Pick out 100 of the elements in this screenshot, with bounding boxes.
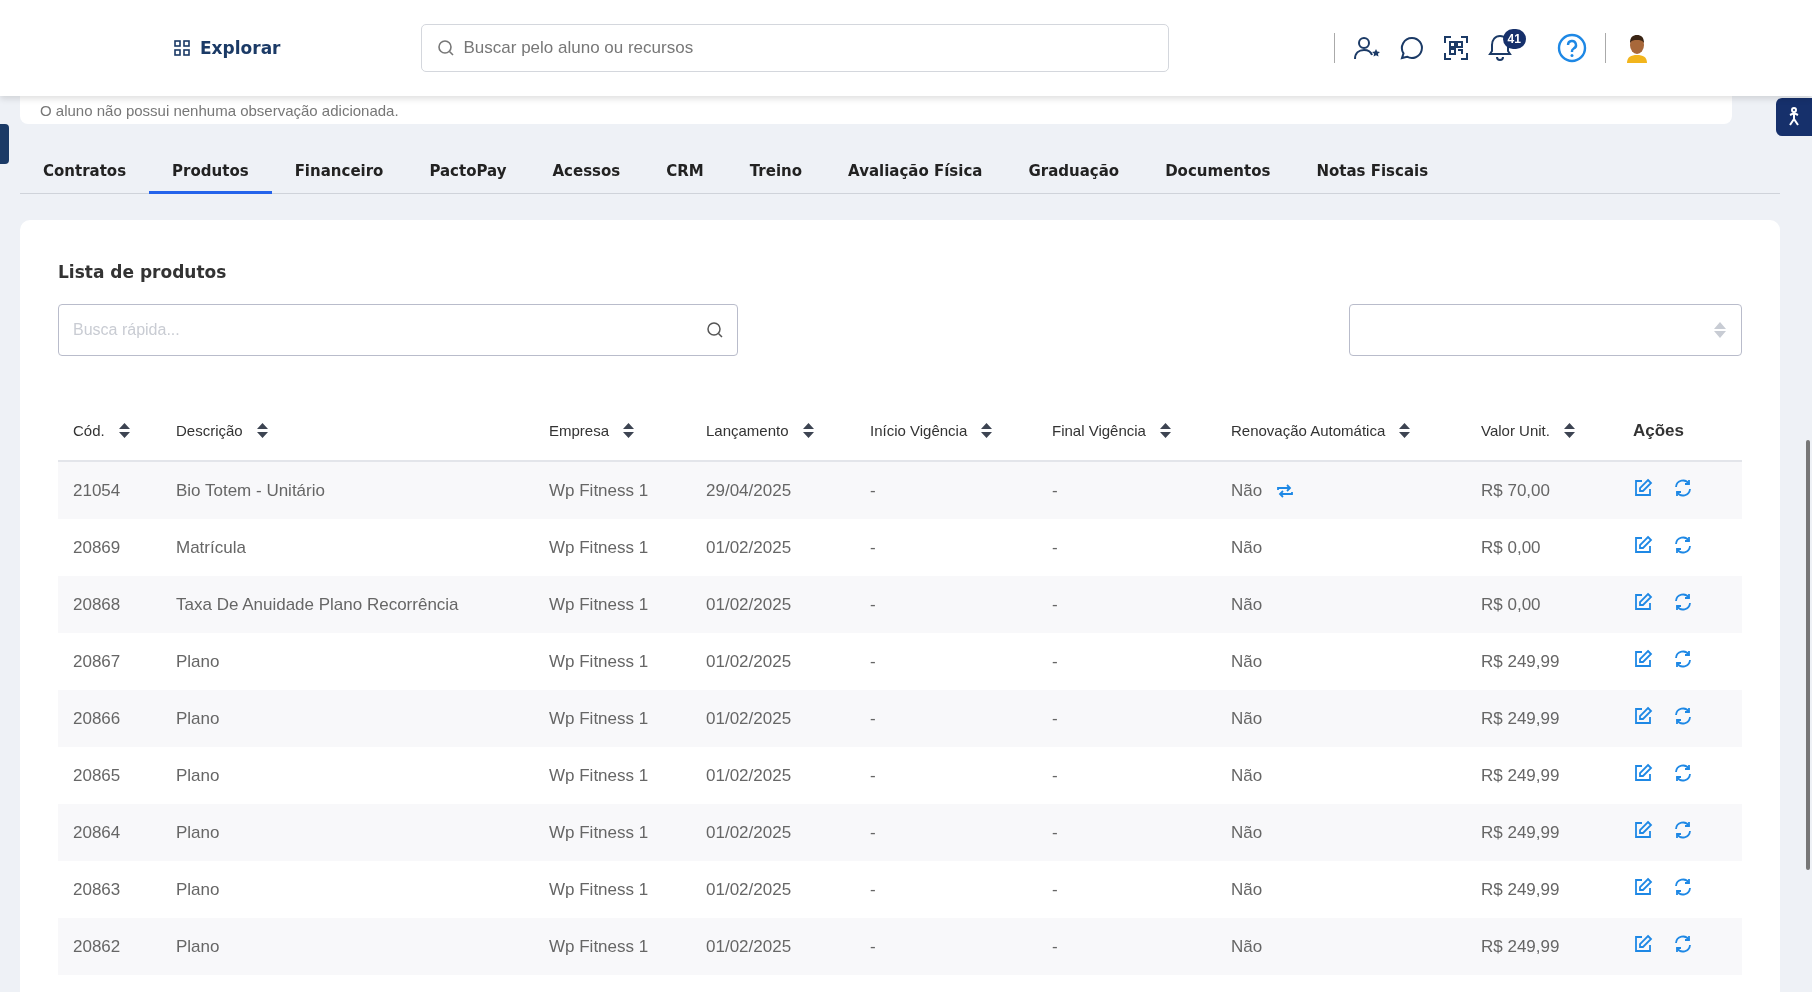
table-cell: Wp Fitness 1 — [549, 822, 649, 842]
tab[interactable]: Notas Fiscais — [1293, 152, 1452, 194]
search-field[interactable]: Buscar pelo aluno ou recursos — [420, 24, 1169, 72]
table-cell: Wp Fitness 1 — [549, 480, 649, 500]
table-cell: 20865 — [73, 765, 121, 785]
side-tab[interactable] — [0, 124, 9, 164]
table-cell: Não — [1231, 936, 1263, 957]
tab[interactable]: Contratos — [20, 152, 150, 194]
table-cell: - — [1052, 765, 1058, 785]
table-cell: 29/04/2025 — [706, 480, 792, 500]
edit-icon[interactable] — [1633, 535, 1653, 555]
table-cell: 20864 — [73, 822, 121, 842]
scrollbar[interactable] — [1806, 440, 1810, 870]
tab[interactable]: Produtos — [149, 152, 272, 194]
qr-code-icon[interactable] — [1442, 35, 1469, 61]
add-person-icon[interactable] — [1352, 34, 1381, 62]
column-header[interactable]: Descrição — [176, 422, 243, 439]
tab[interactable]: Acessos — [529, 152, 644, 194]
table-cell: 20866 — [73, 708, 121, 728]
column-header[interactable]: Ações — [1633, 421, 1685, 441]
table-cell: Não — [1231, 822, 1263, 843]
table-cell: 01/02/2025 — [706, 822, 792, 842]
table-cell: Plano — [176, 708, 220, 728]
table-cell: Não — [1231, 480, 1263, 501]
table-cell: 01/02/2025 — [706, 765, 792, 785]
refresh-icon[interactable] — [1673, 649, 1693, 669]
sort-icon[interactable] — [623, 423, 635, 438]
sort-icon[interactable] — [256, 423, 268, 438]
tab[interactable]: PactoPay — [406, 152, 530, 194]
table-cell: Plano — [176, 879, 220, 899]
section-title: Lista de produtos — [58, 262, 228, 282]
grid-icon — [174, 40, 190, 56]
observation-text: O aluno não possui nenhuma observação adicionada. — [40, 101, 399, 119]
sort-icon[interactable] — [1563, 423, 1575, 438]
refresh-icon[interactable] — [1673, 763, 1693, 783]
table-cell: Wp Fitness 1 — [549, 537, 649, 557]
table-cell: 01/02/2025 — [706, 651, 792, 671]
table-cell: - — [870, 708, 876, 728]
edit-icon[interactable] — [1633, 478, 1653, 498]
refresh-icon[interactable] — [1673, 592, 1693, 612]
refresh-icon[interactable] — [1673, 877, 1693, 897]
edit-icon[interactable] — [1633, 820, 1653, 840]
table-cell: - — [870, 765, 876, 785]
sort-icon[interactable] — [981, 423, 993, 438]
search-icon — [436, 39, 455, 57]
refresh-icon[interactable] — [1673, 478, 1693, 498]
column-header[interactable]: Empresa — [549, 422, 610, 439]
column-header[interactable]: Renovação Automática — [1231, 422, 1386, 439]
table-cell: R$ 249,99 — [1481, 936, 1560, 956]
table-cell: - — [1052, 822, 1058, 842]
column-header[interactable]: Lançamento — [706, 422, 789, 439]
sort-icon — [1713, 320, 1727, 340]
edit-icon[interactable] — [1633, 934, 1653, 954]
table-cell: 01/02/2025 — [706, 537, 792, 557]
table-cell: R$ 0,00 — [1481, 537, 1541, 557]
edit-icon[interactable] — [1633, 649, 1653, 669]
edit-icon[interactable] — [1633, 592, 1653, 612]
chat-icon[interactable] — [1398, 35, 1425, 61]
sort-icon[interactable] — [1399, 423, 1411, 438]
tab[interactable]: Treino — [726, 152, 826, 194]
table-cell: R$ 0,00 — [1481, 594, 1541, 614]
table-cell: - — [1052, 480, 1058, 500]
table-cell: - — [1052, 651, 1058, 671]
edit-icon[interactable] — [1633, 763, 1653, 783]
table-cell: 20867 — [73, 651, 121, 671]
table-cell: - — [870, 936, 876, 956]
accessibility-button[interactable] — [1776, 98, 1812, 136]
table-cell: 01/02/2025 — [706, 594, 792, 614]
tab[interactable]: Documentos — [1142, 152, 1294, 194]
person-icon — [1786, 107, 1802, 127]
table-cell: 20862 — [73, 936, 121, 956]
column-header[interactable]: Final Vigência — [1052, 422, 1146, 439]
select-field[interactable] — [1349, 304, 1742, 356]
tab[interactable]: Financeiro — [271, 152, 407, 194]
column-header[interactable]: Início Vigência — [870, 422, 968, 439]
refresh-icon[interactable] — [1673, 706, 1693, 726]
column-header[interactable]: Cód. — [73, 422, 105, 439]
table-cell: 21054 — [73, 480, 121, 500]
refresh-icon[interactable] — [1673, 820, 1693, 840]
sort-icon[interactable] — [118, 423, 130, 438]
tab[interactable]: Graduação — [1005, 152, 1143, 194]
repeat-icon — [1276, 481, 1295, 500]
explore-button[interactable]: Explorar — [174, 38, 281, 58]
edit-icon[interactable] — [1633, 706, 1653, 726]
edit-icon[interactable] — [1633, 877, 1653, 897]
column-header[interactable]: Valor Unit. — [1481, 422, 1550, 439]
refresh-icon[interactable] — [1673, 535, 1693, 555]
table-cell: Wp Fitness 1 — [549, 708, 649, 728]
help-icon[interactable] — [1556, 33, 1587, 63]
table-cell: Bio Totem - Unitário — [176, 480, 325, 500]
sort-icon[interactable] — [1159, 423, 1171, 438]
table-cell: R$ 249,99 — [1481, 879, 1560, 899]
tab[interactable]: Avaliação Física — [825, 152, 1006, 194]
table-cell: Taxa De Anuidade Plano Recorrência — [176, 594, 459, 614]
table-cell: - — [870, 822, 876, 842]
table-cell: Não — [1231, 537, 1263, 558]
tab[interactable]: CRM — [643, 152, 727, 194]
refresh-icon[interactable] — [1673, 934, 1693, 954]
sort-icon[interactable] — [802, 423, 814, 438]
table-cell: - — [870, 537, 876, 557]
